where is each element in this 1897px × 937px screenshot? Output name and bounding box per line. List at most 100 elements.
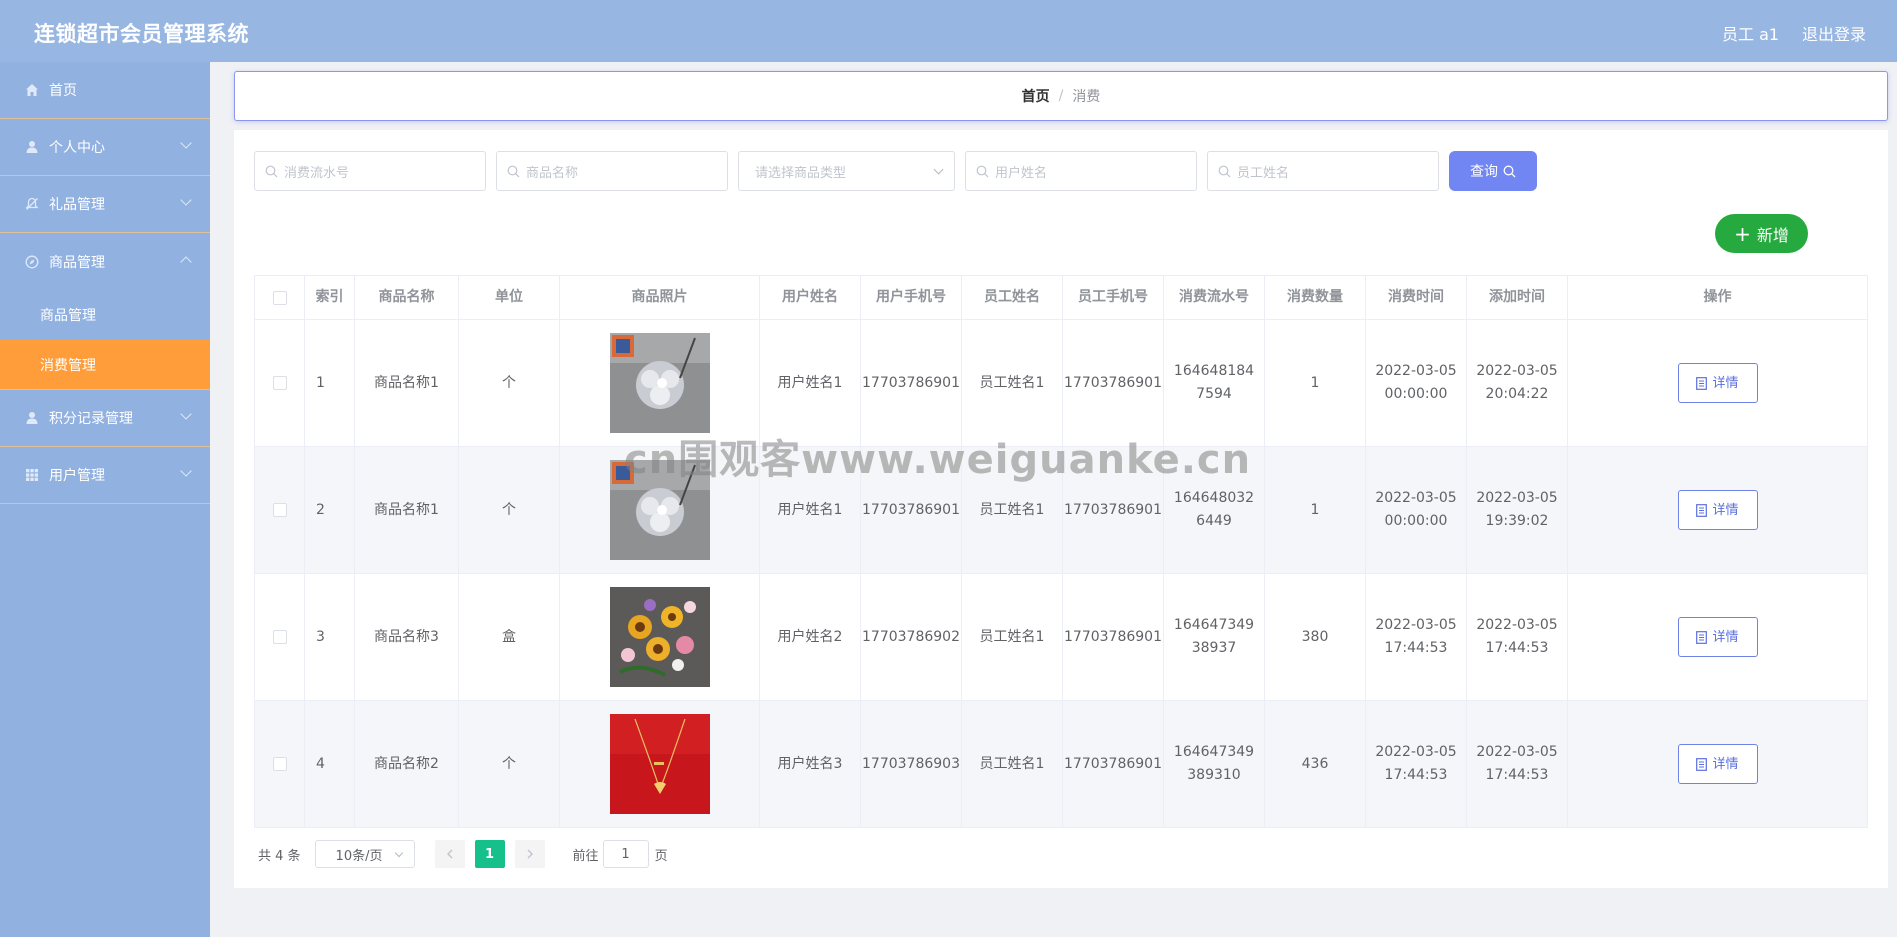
document-icon bbox=[1696, 630, 1708, 644]
jewelry-brooch-photo[interactable] bbox=[609, 460, 710, 560]
row-checkbox[interactable] bbox=[272, 503, 287, 517]
user-name-cell: 用户姓名2 bbox=[760, 574, 861, 701]
detail-button[interactable]: 详情 bbox=[1677, 490, 1758, 530]
page-number-current[interactable]: 1 bbox=[474, 840, 505, 868]
action-cell: 详情 bbox=[1568, 447, 1868, 574]
logout-link[interactable]: 退出登录 bbox=[1802, 21, 1866, 45]
chevron-right-icon bbox=[527, 849, 533, 859]
flower-bouquet-photo[interactable] bbox=[609, 587, 710, 687]
sidebar-item-profile[interactable]: 个人中心 bbox=[0, 119, 210, 176]
column-header: 操作 bbox=[1568, 276, 1868, 320]
detail-button-label: 详情 bbox=[1712, 375, 1739, 391]
user-phone-cell: 17703786901 bbox=[861, 447, 962, 574]
column-header[interactable]: 消费数量 bbox=[1265, 276, 1366, 320]
prev-page-button[interactable] bbox=[434, 840, 465, 868]
column-header[interactable]: 单位 bbox=[459, 276, 560, 320]
select-all-checkbox[interactable] bbox=[272, 290, 287, 305]
detail-button-label: 详情 bbox=[1712, 629, 1739, 645]
row-checkbox[interactable] bbox=[272, 757, 287, 771]
page-size-select[interactable]: 10条/页 bbox=[314, 840, 415, 868]
sidebar-subitem-consume-manage[interactable]: 消费管理 bbox=[0, 340, 210, 390]
compass-icon bbox=[24, 254, 40, 270]
action-cell: 详情 bbox=[1568, 320, 1868, 447]
column-header[interactable]: 消费流水号 bbox=[1164, 276, 1265, 320]
quantity-cell: 380 bbox=[1265, 574, 1366, 701]
staff-phone-cell: 17703786901 bbox=[1063, 574, 1164, 701]
detail-button-label: 详情 bbox=[1712, 756, 1739, 772]
staff-phone-cell: 17703786901 bbox=[1063, 701, 1164, 828]
column-header[interactable]: 商品名称 bbox=[355, 276, 459, 320]
search-icon bbox=[1218, 165, 1231, 178]
goods-name-search-input[interactable]: 商品名称 bbox=[496, 151, 728, 191]
goods-name-search-placeholder: 商品名称 bbox=[526, 165, 579, 181]
staff-name-search-input[interactable]: 员工姓名 bbox=[1207, 151, 1439, 191]
column-header[interactable]: 员工姓名 bbox=[962, 276, 1063, 320]
chevron-up-icon bbox=[180, 256, 192, 268]
detail-button[interactable]: 详情 bbox=[1677, 617, 1758, 657]
consume-time-cell: 2022-03-05 17:44:53 bbox=[1366, 701, 1467, 828]
search-icon bbox=[1503, 165, 1516, 177]
detail-button[interactable]: 详情 bbox=[1677, 363, 1758, 403]
sidebar-subitem-goods-manage[interactable]: 商品管理 bbox=[0, 290, 210, 340]
user-name-cell: 用户姓名1 bbox=[760, 447, 861, 574]
add-button[interactable]: + 新增 bbox=[1715, 214, 1808, 253]
user-phone-cell: 17703786901 bbox=[861, 320, 962, 447]
gold-necklace-photo[interactable] bbox=[609, 714, 710, 814]
sidebar-subitem-label: 消费管理 bbox=[40, 357, 96, 374]
sidebar-item-label: 首页 bbox=[49, 83, 77, 99]
detail-button[interactable]: 详情 bbox=[1677, 744, 1758, 784]
consume-time-cell: 2022-03-05 00:00:00 bbox=[1366, 320, 1467, 447]
user-phone-cell: 17703786902 bbox=[861, 574, 962, 701]
app-title: 连锁超市会员管理系统 bbox=[34, 22, 249, 46]
column-header[interactable]: 用户姓名 bbox=[760, 276, 861, 320]
goods-type-select[interactable]: 请选择商品类型 bbox=[738, 151, 955, 191]
breadcrumb-home[interactable]: 首页 bbox=[1022, 86, 1050, 106]
chevron-down-icon bbox=[180, 194, 192, 206]
home-icon bbox=[24, 82, 40, 98]
jewelry-brooch-photo[interactable] bbox=[609, 333, 710, 433]
next-page-button[interactable] bbox=[514, 840, 545, 868]
document-icon bbox=[1696, 503, 1708, 517]
row-checkbox[interactable] bbox=[272, 376, 287, 390]
breadcrumb-separator: / bbox=[1058, 88, 1064, 104]
user-name-cell: 用户姓名3 bbox=[760, 701, 861, 828]
pagination: 共 4 条 10条/页 1 前往 1 页 bbox=[258, 840, 668, 868]
goto-page-input[interactable]: 1 bbox=[602, 840, 649, 868]
sidebar-item-home[interactable]: 首页 bbox=[0, 62, 210, 119]
search-icon bbox=[976, 165, 989, 178]
sidebar-item-users[interactable]: 用户管理 bbox=[0, 447, 210, 504]
goods-name-cell: 商品名称1 bbox=[355, 320, 459, 447]
user-phone-cell: 17703786903 bbox=[861, 701, 962, 828]
pagination-total: 共 4 条 bbox=[258, 848, 301, 864]
column-header[interactable]: 消费时间 bbox=[1366, 276, 1467, 320]
table-row: 3 商品名称3 盒 用户姓名2 17703786902 员工姓名1 177037… bbox=[255, 574, 1868, 701]
staff-phone-cell: 17703786901 bbox=[1063, 320, 1164, 447]
sidebar-item-gifts[interactable]: 礼品管理 bbox=[0, 176, 210, 233]
chevron-down-icon bbox=[180, 465, 192, 477]
table-row: 4 商品名称2 个 用户姓名3 17703786903 员工姓名1 177037… bbox=[255, 701, 1868, 828]
query-button[interactable]: 查询 bbox=[1449, 151, 1537, 191]
goods-name-cell: 商品名称2 bbox=[355, 701, 459, 828]
index-cell: 3 bbox=[305, 574, 355, 701]
column-header[interactable]: 添加时间 bbox=[1467, 276, 1568, 320]
query-button-label: 查询 bbox=[1470, 164, 1498, 180]
photo-cell bbox=[560, 574, 760, 701]
staff-phone-cell: 17703786901 bbox=[1063, 447, 1164, 574]
serial-cell: 16464734938937 bbox=[1164, 574, 1265, 701]
unit-cell: 个 bbox=[459, 701, 560, 828]
column-header[interactable]: 商品照片 bbox=[560, 276, 760, 320]
add-time-cell: 2022-03-05 17:44:53 bbox=[1467, 701, 1568, 828]
column-header[interactable]: 索引 bbox=[305, 276, 355, 320]
sidebar-item-goods[interactable]: 商品管理 bbox=[0, 233, 210, 290]
quantity-cell: 1 bbox=[1265, 447, 1366, 574]
serial-search-input[interactable]: 消费流水号 bbox=[254, 151, 486, 191]
unit-cell: 盒 bbox=[459, 574, 560, 701]
user-name-search-input[interactable]: 用户姓名 bbox=[965, 151, 1197, 191]
sidebar-item-label: 礼品管理 bbox=[49, 197, 105, 213]
sidebar-item-points[interactable]: 积分记录管理 bbox=[0, 390, 210, 447]
column-header[interactable]: 员工手机号 bbox=[1063, 276, 1164, 320]
row-checkbox[interactable] bbox=[272, 630, 287, 644]
column-header[interactable]: 用户手机号 bbox=[861, 276, 962, 320]
consume-time-cell: 2022-03-05 00:00:00 bbox=[1366, 447, 1467, 574]
serial-cell: 1646481847594 bbox=[1164, 320, 1265, 447]
